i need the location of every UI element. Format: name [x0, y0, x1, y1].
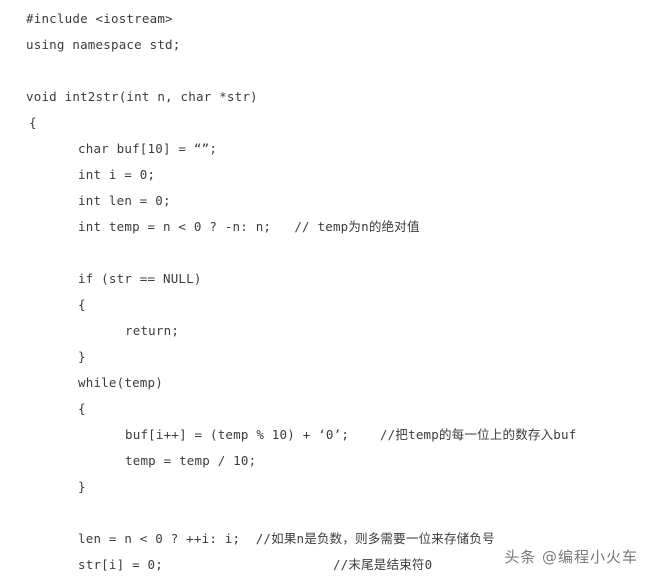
- code-line: {: [0, 292, 652, 318]
- code-source: {: [78, 297, 86, 312]
- code-source: int i = 0;: [78, 167, 156, 182]
- code-comment: //如果n是负数，则多需要一位来存储负号: [240, 531, 495, 546]
- code-source: while(temp): [78, 375, 163, 390]
- code-source: void int2str(int n, char *str): [26, 89, 258, 104]
- code-comment: // temp为n的绝对值: [271, 219, 420, 234]
- code-line: int len = 0;: [0, 188, 652, 214]
- code-line: int temp = n < 0 ? -n: n; // temp为n的绝对值: [0, 214, 652, 240]
- code-source: buf[i++] = (temp % 10) + ‘0’;: [125, 427, 350, 442]
- code-line: #include <iostream>: [0, 6, 652, 32]
- code-source: return;: [125, 323, 180, 338]
- code-line: if (str == NULL): [0, 266, 652, 292]
- code-line: char buf[10] = “”;: [0, 136, 652, 162]
- code-source: }: [78, 349, 86, 364]
- code-source: {: [78, 401, 86, 416]
- code-line: while(temp): [0, 370, 652, 396]
- code-line: }: [0, 474, 652, 500]
- code-source: len = n < 0 ? ++i: i;: [78, 531, 241, 546]
- code-line: temp = temp / 10;: [0, 448, 652, 474]
- code-source: int len = 0;: [78, 193, 171, 208]
- code-source: {: [29, 115, 37, 130]
- code-source: temp = temp / 10;: [125, 453, 257, 468]
- code-source: if (str == NULL): [78, 271, 202, 286]
- watermark-attribution: 头条 @编程小火车: [504, 548, 638, 566]
- code-source: #include <iostream>: [26, 11, 173, 26]
- code-source: str[i] = 0;: [78, 557, 163, 572]
- code-line: int i = 0;: [0, 162, 652, 188]
- code-source: using namespace std;: [26, 37, 181, 52]
- code-source: }: [78, 479, 86, 494]
- code-comment: //末尾是结束符0: [162, 557, 433, 572]
- code-comment: //把temp的每一位上的数存入buf: [349, 427, 577, 442]
- code-line: void int2str(int n, char *str): [0, 84, 652, 110]
- code-line: {: [0, 396, 652, 422]
- code-line: return;: [0, 318, 652, 344]
- code-line: }: [0, 344, 652, 370]
- code-source: char buf[10] = “”;: [78, 141, 218, 156]
- code-line: {: [0, 110, 652, 136]
- code-listing: #include <iostream> using namespace std; …: [0, 0, 652, 573]
- code-source: int temp = n < 0 ? -n: n;: [78, 219, 272, 234]
- code-line: buf[i++] = (temp % 10) + ‘0’; //把temp的每一…: [0, 422, 652, 448]
- code-line: using namespace std;: [0, 32, 652, 58]
